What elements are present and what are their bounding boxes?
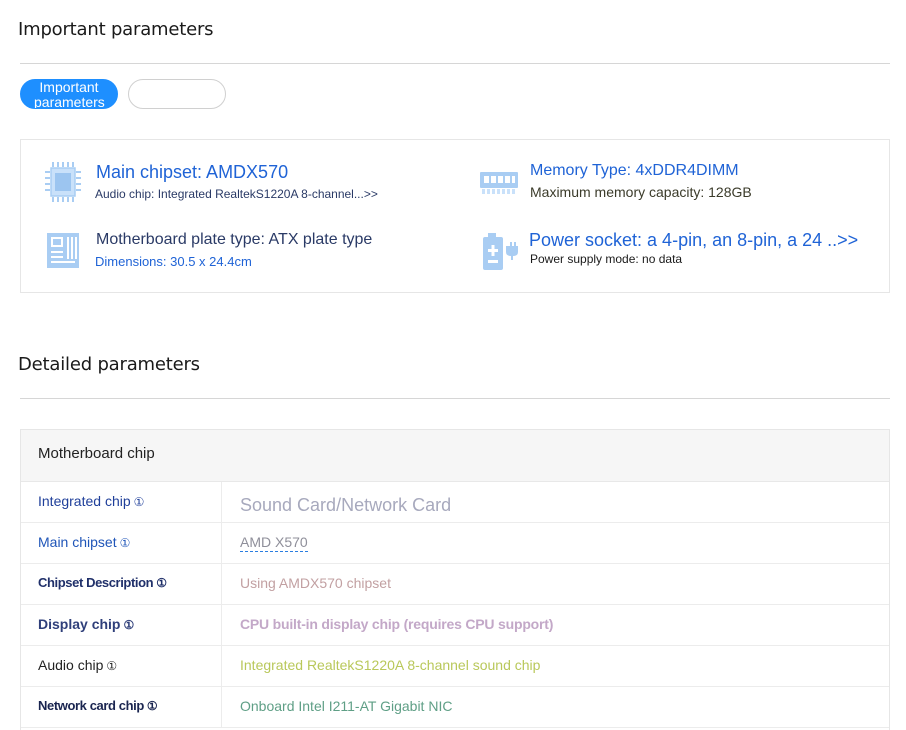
- divider: [20, 63, 890, 64]
- row-value: Using AMDX570 chipset: [240, 575, 391, 591]
- important-parameters-title: Important parameters: [18, 19, 214, 40]
- row-value: Integrated RealtekS1220A 8-channel sound…: [240, 657, 541, 673]
- max-memory-text: Maximum memory capacity: 128GB: [530, 184, 752, 200]
- tab-secondary[interactable]: [128, 79, 226, 109]
- info-icon[interactable]: ①: [156, 576, 167, 590]
- table-row: Network card chip ① Onboard Intel I211-AT…: [21, 687, 889, 728]
- power-supply-mode-text: Power supply mode: no data: [530, 252, 683, 266]
- dimensions-text: Dimensions: 30.5 x 24.4cm: [95, 254, 252, 269]
- memory-icon: [480, 172, 518, 194]
- row-value: Sound Card/Network Card: [240, 495, 452, 515]
- plate-type-text: Motherboard plate type: ATX plate type: [96, 231, 373, 248]
- info-icon[interactable]: ①: [123, 618, 134, 632]
- info-icon[interactable]: ①: [106, 659, 117, 673]
- row-value: CPU built-in display chip (requires CPU …: [240, 616, 554, 632]
- summary-panel: Main chipset: AMDX570 Audio chip: Integr…: [20, 139, 890, 293]
- detailed-parameters-title: Detailed parameters: [18, 354, 200, 375]
- row-key[interactable]: Chipset Description ①: [38, 575, 167, 590]
- table-row: Chipset Description ① Using AMDX570 chips…: [21, 564, 889, 605]
- table-row: Main chipset ① AMD X570: [21, 523, 889, 564]
- row-value-link[interactable]: AMD X570: [240, 534, 308, 552]
- group-title: Motherboard chip: [38, 445, 155, 462]
- tab-important-parameters[interactable]: Important parameters: [20, 79, 118, 109]
- table-group-header: Motherboard chip: [21, 430, 889, 482]
- row-key[interactable]: Main chipset ①: [38, 534, 130, 550]
- memory-type-text: Memory Type: 4xDDR4DIMM: [530, 162, 739, 179]
- row-key[interactable]: Network card chip ①: [38, 698, 158, 713]
- detail-table: Motherboard chip Integrated chip ① Sound …: [20, 429, 890, 730]
- audio-chip-text[interactable]: Audio chip: Integrated RealtekS1220A 8-c…: [95, 187, 378, 201]
- tab-label: Important parameters: [34, 79, 105, 109]
- info-icon[interactable]: ①: [134, 495, 145, 509]
- info-icon[interactable]: ①: [120, 536, 131, 550]
- motherboard-icon: [47, 233, 79, 268]
- table-row: Audio chip ① Integrated RealtekS1220A 8-c…: [21, 646, 889, 687]
- row-key[interactable]: Display chip ①: [38, 616, 134, 632]
- power-socket-text[interactable]: Power socket: a 4-pin, an 8-pin, a 24 ..…: [529, 230, 858, 251]
- row-key[interactable]: Integrated chip ①: [38, 493, 144, 509]
- main-chipset-text: Main chipset: AMDX570: [96, 162, 289, 182]
- power-socket-icon: [483, 233, 518, 270]
- info-icon[interactable]: ①: [147, 699, 158, 713]
- row-value: Onboard Intel I211-AT Gigabit NIC: [240, 698, 453, 714]
- chip-icon: [45, 162, 81, 202]
- table-row: Display chip ① CPU built-in display chip …: [21, 605, 889, 646]
- row-key[interactable]: Audio chip ①: [38, 657, 117, 673]
- table-row: Integrated chip ① Sound Card/Network Card: [21, 482, 889, 523]
- divider: [20, 398, 890, 399]
